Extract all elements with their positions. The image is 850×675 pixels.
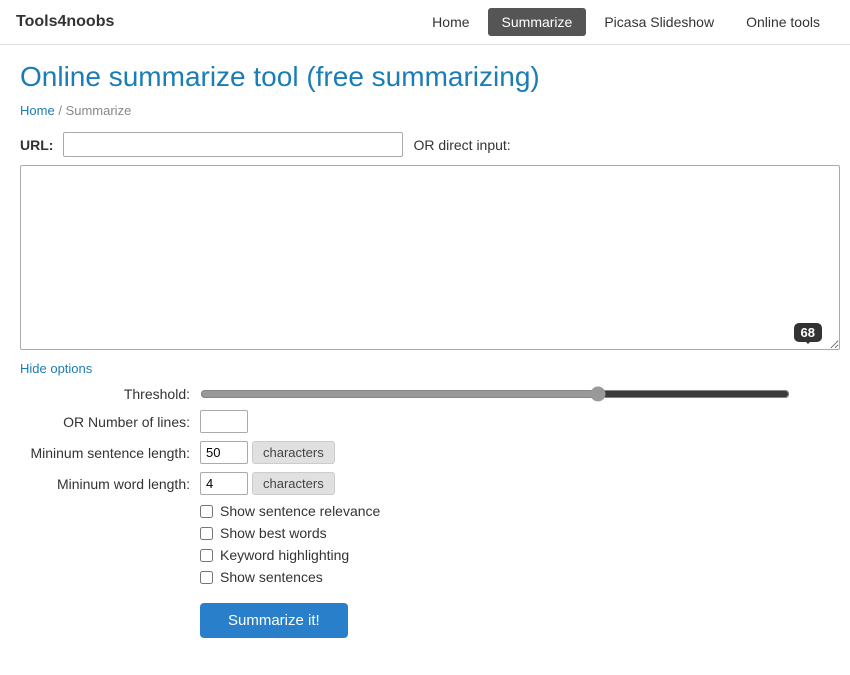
breadcrumb-home[interactable]: Home xyxy=(20,103,55,118)
hide-options-link[interactable]: Hide options xyxy=(20,361,92,376)
checkbox-label-1: Show best words xyxy=(220,525,327,541)
summarize-button[interactable]: Summarize it! xyxy=(200,603,348,638)
checkbox-row-3: Show sentences xyxy=(200,569,830,585)
nav-link-home[interactable]: Home xyxy=(418,8,483,36)
min-sentence-unit: characters xyxy=(252,441,335,464)
nav-bar: Tools4noobs Home Summarize Picasa Slides… xyxy=(0,0,850,45)
checkbox-show-best-words[interactable] xyxy=(200,527,213,540)
options-section: Threshold: OR Number of lines: Mininum s… xyxy=(20,386,830,638)
breadcrumb-separator: / xyxy=(58,103,62,118)
direct-input-textarea[interactable] xyxy=(20,165,840,350)
min-sentence-label: Mininum sentence length: xyxy=(20,445,200,461)
nav-link-picasa[interactable]: Picasa Slideshow xyxy=(590,8,728,36)
checkbox-show-sentence-relevance[interactable] xyxy=(200,505,213,518)
threshold-row: Threshold: xyxy=(20,386,830,402)
lines-row: OR Number of lines: xyxy=(20,410,830,433)
min-word-input[interactable] xyxy=(200,472,248,495)
checkbox-show-sentences[interactable] xyxy=(200,571,213,584)
page-content: Online summarize tool (free summarizing)… xyxy=(0,45,850,654)
min-word-label: Mininum word length: xyxy=(20,476,200,492)
textarea-wrapper: 68 xyxy=(20,165,840,350)
nav-link-online-tools[interactable]: Online tools xyxy=(732,8,834,36)
min-word-unit: characters xyxy=(252,472,335,495)
checkbox-keyword-highlighting[interactable] xyxy=(200,549,213,562)
checkbox-label-2: Keyword highlighting xyxy=(220,547,349,563)
threshold-label: Threshold: xyxy=(20,386,200,402)
checkbox-row-1: Show best words xyxy=(200,525,830,541)
url-row: URL: OR direct input: xyxy=(20,132,830,157)
min-word-row: Mininum word length: characters xyxy=(20,472,830,495)
nav-link-summarize[interactable]: Summarize xyxy=(488,8,587,36)
summarize-btn-row: Summarize it! xyxy=(200,603,830,638)
page-title: Online summarize tool (free summarizing) xyxy=(20,61,830,93)
site-logo: Tools4noobs xyxy=(16,13,114,31)
min-sentence-input[interactable] xyxy=(200,441,248,464)
breadcrumb-current: Summarize xyxy=(66,103,132,118)
url-label: URL: xyxy=(20,137,53,153)
checkbox-label-0: Show sentence relevance xyxy=(220,503,380,519)
checkbox-row-0: Show sentence relevance xyxy=(200,503,830,519)
breadcrumb: Home / Summarize xyxy=(20,103,830,118)
threshold-slider[interactable] xyxy=(200,386,790,402)
nav-links: Home Summarize Picasa Slideshow Online t… xyxy=(418,8,834,36)
lines-label: OR Number of lines: xyxy=(20,414,200,430)
lines-input[interactable] xyxy=(200,410,248,433)
threshold-slider-wrapper xyxy=(200,386,790,402)
checkbox-label-3: Show sentences xyxy=(220,569,323,585)
or-direct-label: OR direct input: xyxy=(413,137,510,153)
min-sentence-row: Mininum sentence length: characters xyxy=(20,441,830,464)
url-input[interactable] xyxy=(63,132,403,157)
checkbox-row-2: Keyword highlighting xyxy=(200,547,830,563)
